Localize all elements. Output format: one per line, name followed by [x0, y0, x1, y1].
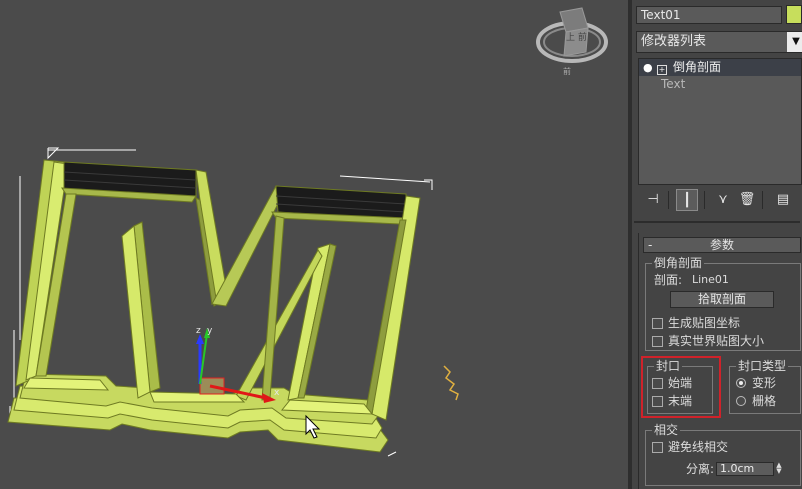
modifier-stack[interactable]: ● + 倒角剖面 Text [638, 58, 802, 185]
stack-item-text[interactable]: Text [639, 76, 801, 93]
svg-text:前: 前 [563, 66, 571, 76]
command-panel: Text01 修改器列表 ▼ ● + 倒角剖面 Text ⊣ ┃ ⋎ 🗑 ▤ - 参… [632, 0, 802, 489]
gen-map-coords-label: 生成贴图坐标 [668, 316, 741, 330]
divider [634, 221, 800, 223]
separation-input[interactable]: 1.0cm [716, 462, 774, 476]
real-world-map-label: 真实世界贴图大小 [668, 334, 765, 348]
gen-map-coords-checkbox[interactable] [652, 318, 663, 329]
stack-item-label: Text [661, 77, 686, 91]
cap-type-grid-label: 栅格 [752, 394, 777, 408]
configure-sets-icon[interactable]: ▤ [772, 189, 794, 211]
object-color-swatch[interactable] [786, 5, 802, 24]
cap-type-grid-radio[interactable] [736, 396, 746, 406]
cap-type-morph-radio[interactable] [736, 378, 746, 388]
lightbulb-icon[interactable]: ● [643, 59, 655, 76]
parameters-rollout: - 参数 倒角剖面 剖面: Line01 拾取剖面 生成贴图坐标 真实世界贴图大… [638, 233, 802, 489]
perspective-viewport[interactable]: 上 前 前 y x z [0, 0, 628, 489]
avoid-intersect-label: 避免线相交 [668, 440, 729, 454]
stack-item-bevel-profile[interactable]: ● + 倒角剖面 [639, 59, 801, 76]
remove-modifier-icon[interactable]: 🗑 [736, 189, 758, 211]
intersections-group: 相交 避免线相交 分离: 1.0cm ▲ ▼ [645, 423, 801, 486]
rollout-header[interactable]: - 参数 [643, 237, 801, 253]
expand-plus-icon[interactable]: + [657, 65, 667, 75]
rollout-title: 参数 [709, 238, 734, 252]
cap-type-morph-label: 变形 [752, 376, 777, 390]
bevel-profile-group: 倒角剖面 剖面: Line01 拾取剖面 生成贴图坐标 真实世界贴图大小 [645, 256, 801, 351]
gizmo-y-label: y [207, 326, 213, 336]
group-title: 封口类型 [736, 359, 789, 373]
separation-label: 分离: [686, 462, 715, 476]
object-name-input[interactable]: Text01 [636, 6, 782, 24]
group-title: 倒角剖面 [652, 256, 705, 270]
stack-toolbar: ⊣ ┃ ⋎ 🗑 ▤ [638, 189, 802, 213]
collapse-icon[interactable]: - [648, 238, 652, 252]
group-title: 相交 [652, 423, 681, 437]
profile-value: Line01 [692, 273, 729, 286]
viewcube-face-label: 上 前 [566, 31, 587, 43]
real-world-map-checkbox[interactable] [652, 336, 663, 347]
spinner-arrows-icon[interactable]: ▲ ▼ [774, 462, 784, 476]
avoid-intersect-checkbox[interactable] [652, 442, 663, 453]
cap-type-group: 封口类型 变形 栅格 [729, 359, 801, 414]
red-highlight-box [641, 356, 721, 418]
chevron-down-icon[interactable]: ▼ [787, 32, 802, 52]
stack-item-label: 倒角剖面 [673, 60, 722, 74]
profile-line-shape[interactable] [443, 365, 459, 401]
modifier-list-label: 修改器列表 [641, 34, 707, 49]
svg-text:z: z [196, 326, 201, 336]
m-letter-shape[interactable] [7, 159, 421, 453]
make-unique-icon[interactable]: ⋎ [712, 189, 734, 211]
viewport-scene: 上 前 前 y x z [7, 7, 608, 457]
show-end-result-icon[interactable]: ┃ [676, 189, 698, 211]
profile-label: 剖面: [654, 273, 683, 287]
gizmo-x-label: x [274, 388, 280, 398]
pick-profile-button[interactable]: 拾取剖面 [670, 291, 774, 308]
viewcube[interactable]: 上 前 前 [536, 7, 608, 76]
modifier-list-dropdown[interactable]: 修改器列表 ▼ [636, 31, 802, 53]
pin-stack-icon[interactable]: ⊣ [642, 189, 664, 211]
